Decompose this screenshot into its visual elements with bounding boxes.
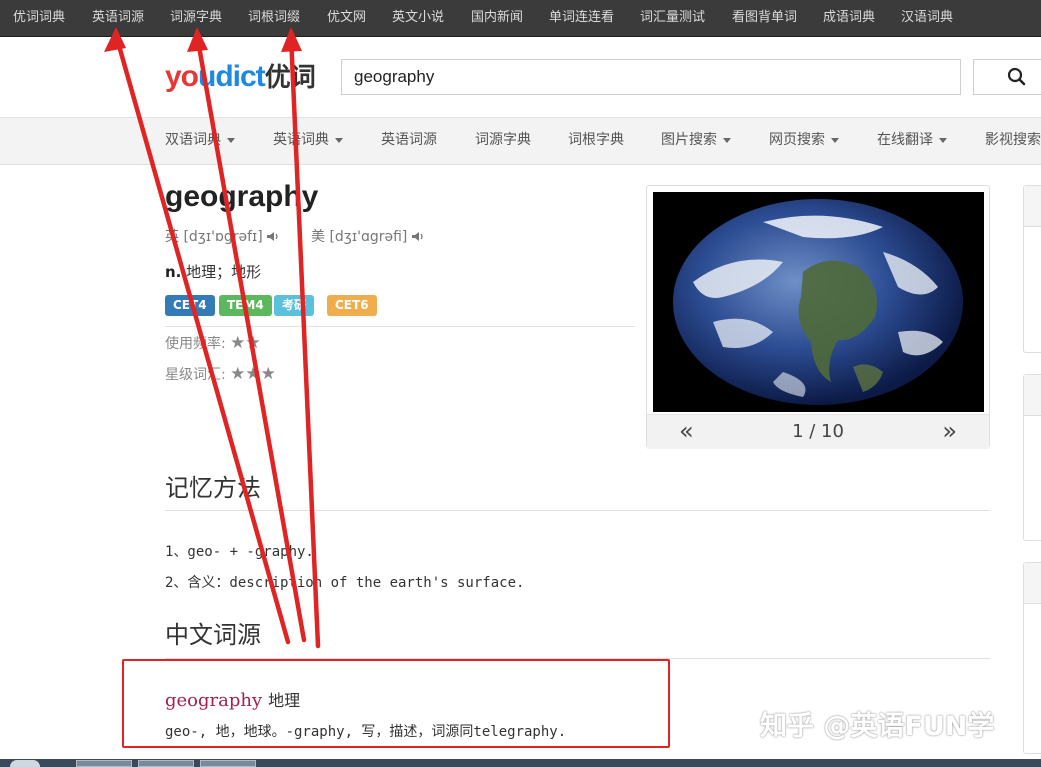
- nav-image-search[interactable]: 图片搜索: [661, 118, 731, 164]
- nav-english-etym[interactable]: 英语词源: [381, 118, 437, 164]
- side-panel: [1023, 374, 1041, 541]
- nav-video-search[interactable]: 影视搜索: [985, 118, 1041, 164]
- section-divider: [165, 510, 990, 511]
- side-panel: [1023, 185, 1041, 353]
- image-carousel: « 1 / 10 »: [646, 185, 990, 449]
- topbar-link-youdict[interactable]: 优词词典: [13, 0, 65, 36]
- topbar-link-vocab-test[interactable]: 词汇量测试: [640, 0, 705, 36]
- definition-text: 地理；地形: [186, 263, 262, 281]
- chevron-down-icon: [831, 137, 839, 143]
- part-of-speech: n.: [165, 263, 182, 281]
- tag-cet4[interactable]: CET4: [165, 295, 215, 316]
- taskbar-item[interactable]: [138, 760, 194, 767]
- logo-part-cn: 优词: [264, 62, 316, 92]
- side-panel-header: [1024, 563, 1041, 604]
- word-definition: n. 地理；地形: [165, 261, 261, 282]
- watermark-text: 知乎 @英语FUN学: [760, 711, 995, 742]
- chevron-down-icon: [939, 137, 947, 143]
- frequency-label: 使用频率:: [165, 336, 226, 352]
- word-title: geography: [165, 180, 319, 213]
- speaker-icon[interactable]: [267, 231, 280, 242]
- topbar-link-roots[interactable]: 词根词缀: [248, 0, 300, 36]
- uk-pronunciation: 英 [dʒɪ'ɒgrəfɪ]: [165, 226, 280, 246]
- chevron-down-icon: [335, 137, 343, 143]
- nav-online-translate[interactable]: 在线翻译: [877, 118, 947, 164]
- topbar-link-news[interactable]: 国内新闻: [471, 0, 523, 36]
- nav-english-dict[interactable]: 英语词典: [273, 118, 343, 164]
- topbar-link-etym-dict[interactable]: 词源字典: [170, 0, 222, 36]
- nav-label: 图片搜索: [661, 132, 717, 148]
- carousel-controls: « 1 / 10 »: [647, 414, 989, 449]
- speaker-icon[interactable]: [411, 231, 425, 242]
- logo-part-red: yo: [165, 60, 199, 93]
- nav-label: 双语词典: [165, 132, 221, 148]
- us-phonetic: [dʒɪ'ɑgrəfi]: [329, 229, 408, 245]
- memory-line: 1、geo- + -graphy.: [165, 544, 314, 560]
- taskbar-item[interactable]: [200, 760, 256, 767]
- topbar-link-idioms[interactable]: 成语词典: [823, 0, 875, 36]
- nav-label: 影视搜索: [985, 132, 1041, 148]
- earth-image[interactable]: [653, 192, 984, 412]
- annotation-highlight-box: [122, 659, 670, 748]
- us-pronunciation: 美 [dʒɪ'ɑgrəfi]: [311, 226, 425, 246]
- carousel-counter: 1 / 10: [792, 421, 844, 442]
- topbar-link-word-match[interactable]: 单词连连看: [549, 0, 614, 36]
- main-nav: 双语词典 英语词典 英语词源 词源字典 词根字典 图片搜索 网页搜索 在线翻译 …: [0, 117, 1041, 165]
- start-button[interactable]: [10, 760, 40, 767]
- nav-label: 英语词典: [273, 132, 329, 148]
- frequency-stars: ★★: [230, 333, 261, 353]
- nav-root-dict[interactable]: 词根字典: [568, 118, 624, 164]
- topbar-link-english-etym[interactable]: 英语词源: [92, 0, 144, 36]
- top-site-bar: 优词词典 英语词源 词源字典 词根词缀 优文网 英文小说 国内新闻 单词连连看 …: [0, 0, 1041, 37]
- tag-kaoyan[interactable]: 考研: [274, 295, 315, 316]
- chevron-down-icon: [723, 137, 731, 143]
- level-label: 星级词汇:: [165, 367, 226, 383]
- nav-label: 词根字典: [568, 132, 624, 148]
- uk-label: 英: [165, 229, 179, 245]
- site-header: youdict优词 geography: [0, 37, 1041, 117]
- side-panel: [1023, 562, 1041, 754]
- memory-section-title: 记忆方法: [165, 474, 261, 502]
- memory-line: 2、含义：description of the earth's surface.: [165, 575, 525, 591]
- side-panel-header: [1024, 375, 1041, 416]
- divider: [165, 326, 635, 327]
- topbar-link-novels[interactable]: 英文小说: [392, 0, 444, 36]
- nav-etym-dict[interactable]: 词源字典: [475, 118, 531, 164]
- nav-bilingual-dict[interactable]: 双语词典: [165, 118, 235, 164]
- nav-web-search[interactable]: 网页搜索: [769, 118, 839, 164]
- tag-tem4[interactable]: TEM4: [219, 295, 272, 316]
- topbar-link-picture-words[interactable]: 看图背单词: [732, 0, 797, 36]
- nav-label: 英语词源: [381, 132, 437, 148]
- chevron-down-icon: [227, 137, 235, 143]
- logo-part-blue: udict: [198, 60, 266, 93]
- nav-label: 词源字典: [475, 132, 531, 148]
- site-logo[interactable]: youdict优词: [165, 57, 316, 94]
- topbar-link-chinese-dict[interactable]: 汉语词典: [901, 0, 953, 36]
- nav-label: 在线翻译: [877, 132, 933, 148]
- taskbar-item[interactable]: [76, 760, 132, 767]
- carousel-next-button[interactable]: »: [942, 417, 957, 445]
- search-icon: [1007, 67, 1026, 86]
- level-rating: 星级词汇: ★★★: [165, 364, 276, 384]
- us-label: 美: [311, 229, 325, 245]
- os-taskbar: [0, 759, 1041, 767]
- etymology-section-title: 中文词源: [165, 621, 261, 649]
- level-stars: ★★★: [230, 364, 276, 384]
- phonetic-divider: [300, 226, 301, 244]
- nav-label: 网页搜索: [769, 132, 825, 148]
- frequency-rating: 使用频率: ★★: [165, 333, 261, 353]
- side-panel-header: [1024, 186, 1041, 227]
- search-input[interactable]: geography: [341, 59, 961, 95]
- uk-phonetic: [dʒɪ'ɒgrəfɪ]: [183, 229, 263, 245]
- topbar-link-youwen[interactable]: 优文网: [327, 0, 366, 36]
- search-button[interactable]: [973, 59, 1041, 95]
- earth-globe-image: [653, 192, 984, 412]
- tag-cet6[interactable]: CET6: [327, 295, 377, 316]
